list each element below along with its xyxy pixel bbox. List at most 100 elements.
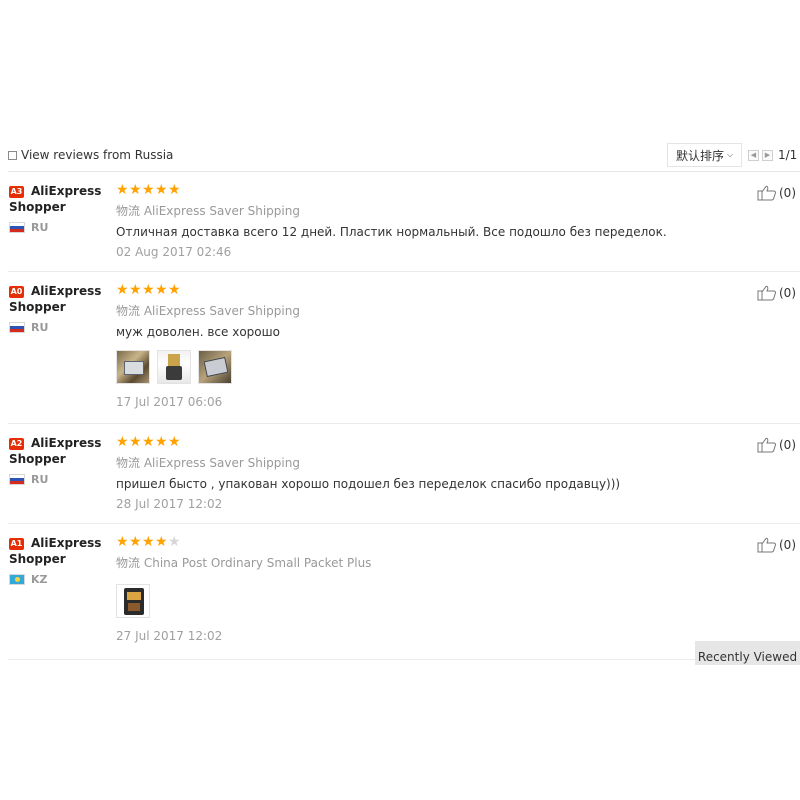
review-body: ★ ★ ★ ★ ★ 物流 China Post Ordinary Small Packe… xyxy=(116,535,676,643)
recently-viewed-label: Recently Viewed xyxy=(697,650,798,664)
reviewer-info: A3 AliExpress Shopper RU xyxy=(9,183,109,234)
star-rating: ★ ★ ★ ★ ★ xyxy=(116,183,676,197)
review-photo-thumbnail[interactable] xyxy=(116,350,150,384)
reviewer-name: AliExpress xyxy=(31,536,102,550)
next-page-button[interactable]: ▶ xyxy=(762,149,773,161)
reviewer-info: A2 AliExpress Shopper RU xyxy=(9,435,109,486)
chevron-down-icon: ⌵ xyxy=(727,150,734,159)
review-photo-thumbnail[interactable] xyxy=(157,350,191,384)
star-empty-icon: ★ xyxy=(168,534,181,550)
review-text: Отличная доставка всего 12 дней. Пластик… xyxy=(116,225,667,239)
review-date: 27 Jul 2017 12:02 xyxy=(116,629,223,643)
star-rating: ★ ★ ★ ★ ★ xyxy=(116,535,676,549)
reviewer-country: RU xyxy=(9,473,109,486)
helpful-button[interactable]: (0) xyxy=(757,437,796,453)
logistics-info: 物流 AliExpress Saver Shipping xyxy=(116,454,676,471)
russia-flag-icon xyxy=(9,474,25,485)
review-photo-thumbnail[interactable] xyxy=(198,350,232,384)
star-filled-icon: ★ xyxy=(142,282,155,298)
review-body: ★ ★ ★ ★ ★ 物流 AliExpress Saver Shipping муж д… xyxy=(116,283,676,409)
helpful-button[interactable]: (0) xyxy=(757,185,796,201)
reviewer-name-line2: Shopper xyxy=(9,552,66,566)
pagination: ◀ ▶ 1/1 xyxy=(748,148,797,162)
star-filled-icon: ★ xyxy=(116,182,129,198)
star-filled-icon: ★ xyxy=(168,282,181,298)
reviews-toolbar: View reviews from Russia 默认排序 ⌵ ◀ ▶ 1/1 xyxy=(8,142,800,172)
helpful-count: (0) xyxy=(779,538,796,552)
sort-label: 默认排序 xyxy=(676,148,725,163)
star-filled-icon: ★ xyxy=(142,182,155,198)
thumbs-up-icon xyxy=(757,437,776,453)
logistics-info: 物流 AliExpress Saver Shipping xyxy=(116,202,676,219)
logistics-method: AliExpress Saver Shipping xyxy=(143,204,300,218)
reviewer-name-line2: Shopper xyxy=(9,452,66,466)
logistics-method: AliExpress Saver Shipping xyxy=(143,304,300,318)
star-rating: ★ ★ ★ ★ ★ xyxy=(116,283,676,297)
logistics-prefix: 物流 xyxy=(116,456,141,470)
helpful-count: (0) xyxy=(779,286,796,300)
helpful-count: (0) xyxy=(779,186,796,200)
review-body: ★ ★ ★ ★ ★ 物流 AliExpress Saver Shipping Отлич… xyxy=(116,183,676,259)
review-date: 02 Aug 2017 02:46 xyxy=(116,245,232,259)
logistics-info: 物流 China Post Ordinary Small Packet Plus xyxy=(116,554,676,571)
reviewer-name: AliExpress xyxy=(31,184,102,198)
member-level-badge: A0 xyxy=(9,286,24,298)
country-code: RU xyxy=(31,321,49,334)
reviewer-country: RU xyxy=(9,321,109,334)
page-indicator: 1/1 xyxy=(778,148,798,162)
member-level-badge: A3 xyxy=(9,186,24,198)
thumbs-up-icon xyxy=(757,537,776,553)
sort-dropdown[interactable]: 默认排序 ⌵ xyxy=(667,143,743,167)
review-text: пришел бысто , упакован хорошо подошел б… xyxy=(116,477,621,491)
review-photo-thumbnail[interactable] xyxy=(116,584,150,618)
reviewer-info: A1 AliExpress Shopper KZ xyxy=(9,535,109,586)
star-filled-icon: ★ xyxy=(155,182,168,198)
review-item: A3 AliExpress Shopper RU ★ ★ ★ ★ ★ 物流 AliExp… xyxy=(8,172,800,272)
thumbs-up-icon xyxy=(757,285,776,301)
logistics-prefix: 物流 xyxy=(116,556,141,570)
star-rating: ★ ★ ★ ★ ★ xyxy=(116,435,676,449)
star-filled-icon: ★ xyxy=(129,534,142,550)
country-filter[interactable]: View reviews from Russia xyxy=(8,148,173,162)
star-filled-icon: ★ xyxy=(129,182,142,198)
reviewer-country: KZ xyxy=(9,573,109,586)
review-item: A2 AliExpress Shopper RU ★ ★ ★ ★ ★ 物流 AliExp… xyxy=(8,424,800,524)
star-filled-icon: ★ xyxy=(116,282,129,298)
logistics-method: AliExpress Saver Shipping xyxy=(143,456,300,470)
country-code: KZ xyxy=(31,573,48,586)
thumbs-up-icon xyxy=(757,185,776,201)
country-code: RU xyxy=(31,473,49,486)
star-filled-icon: ★ xyxy=(116,534,129,550)
recently-viewed-tab[interactable]: Recently Viewed xyxy=(695,641,800,665)
star-filled-icon: ★ xyxy=(129,434,142,450)
helpful-count: (0) xyxy=(779,438,796,452)
review-photos xyxy=(116,350,676,384)
review-item: A0 AliExpress Shopper RU ★ ★ ★ ★ ★ 物流 AliExp… xyxy=(8,272,800,424)
reviewer-name-line2: Shopper xyxy=(9,300,66,314)
prev-page-button[interactable]: ◀ xyxy=(748,149,759,161)
helpful-button[interactable]: (0) xyxy=(757,537,796,553)
review-text: муж доволен. все хорошо xyxy=(116,325,280,339)
star-filled-icon: ★ xyxy=(155,434,168,450)
helpful-button[interactable]: (0) xyxy=(757,285,796,301)
member-level-badge: A2 xyxy=(9,438,24,450)
review-date: 17 Jul 2017 06:06 xyxy=(116,395,223,409)
russia-flag-icon xyxy=(9,322,25,333)
russia-filter-label[interactable]: View reviews from Russia xyxy=(21,148,173,162)
review-item: A1 AliExpress Shopper KZ ★ ★ ★ ★ ★ 物流 China … xyxy=(8,524,800,660)
russia-flag-icon xyxy=(9,222,25,233)
logistics-info: 物流 AliExpress Saver Shipping xyxy=(116,302,676,319)
country-code: RU xyxy=(31,221,49,234)
star-filled-icon: ★ xyxy=(155,534,168,550)
kazakhstan-flag-icon xyxy=(9,574,25,585)
reviewer-name: AliExpress xyxy=(31,284,102,298)
reviewer-name-line2: Shopper xyxy=(9,200,66,214)
russia-filter-checkbox[interactable] xyxy=(8,150,17,160)
logistics-prefix: 物流 xyxy=(116,204,141,218)
star-filled-icon: ★ xyxy=(129,282,142,298)
logistics-method: China Post Ordinary Small Packet Plus xyxy=(143,556,372,570)
reviewer-name: AliExpress xyxy=(31,436,102,450)
star-filled-icon: ★ xyxy=(168,434,181,450)
review-date: 28 Jul 2017 12:02 xyxy=(116,497,223,511)
member-level-badge: A1 xyxy=(9,538,24,550)
